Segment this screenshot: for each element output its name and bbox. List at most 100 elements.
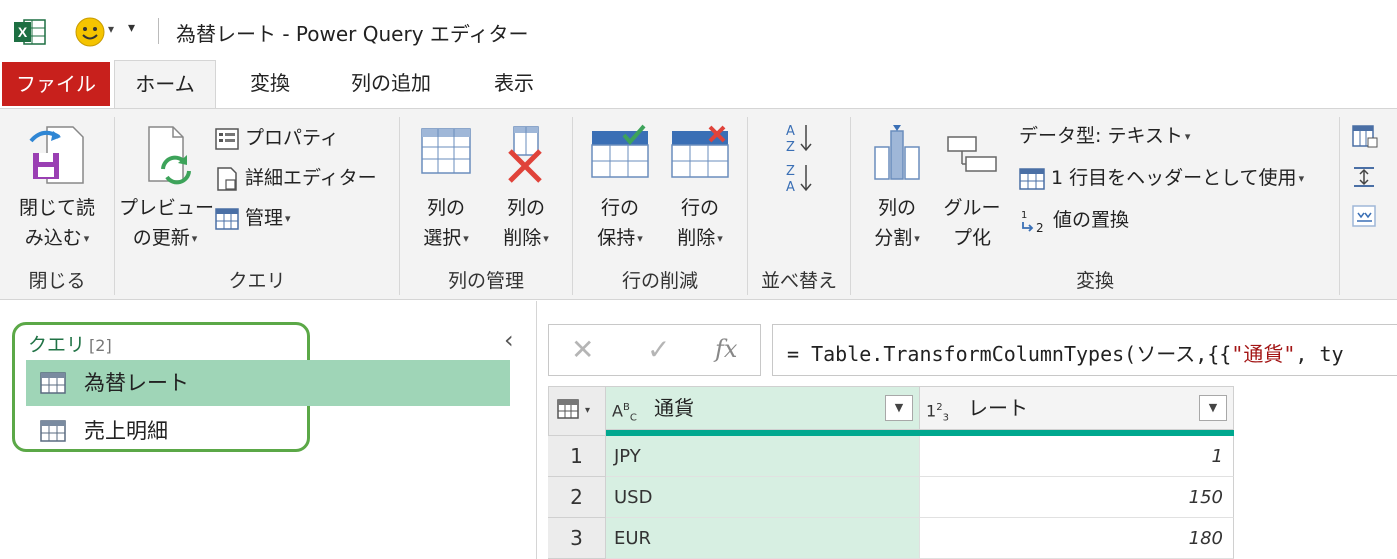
divider	[536, 301, 537, 559]
use-first-row-as-headers-button[interactable]: 1 行目をヘッダーとして使用 ▾	[1019, 163, 1304, 193]
smiley-feedback-icon[interactable]	[74, 16, 106, 48]
confirm-formula-icon[interactable]: ✓	[647, 333, 670, 366]
sort-group: A Z Z A 並べ替え	[748, 109, 850, 299]
chevron-down-icon: ▾	[543, 231, 549, 245]
sort-ascending-icon[interactable]: A Z	[782, 121, 816, 155]
properties-button[interactable]: プロパティ	[215, 123, 339, 153]
formula-suffix: , ty	[1295, 342, 1344, 366]
collapse-pane-icon[interactable]: ‹	[504, 326, 514, 354]
table-menu-button[interactable]: ▾	[548, 386, 606, 436]
row-number[interactable]: 2	[548, 477, 606, 518]
keep-rows-label-2: 保持	[597, 227, 636, 249]
transform-group: 列の 分割 ▾ グルー プ化 データ型: テキスト ▾ 1 行目をヘッダーとして使用…	[851, 109, 1339, 299]
refresh-preview-label-2: の更新	[132, 227, 190, 249]
table-cell[interactable]: 1	[920, 436, 1234, 477]
chevron-down-icon: ▾	[1184, 129, 1191, 143]
close-group-label: 閉じる	[28, 270, 86, 292]
formula-bar-buttons: ✕ ✓ fx	[548, 324, 761, 376]
split-column-label-1: 列の	[877, 197, 916, 219]
replace-values-icon: 1 2	[1021, 210, 1044, 235]
remove-rows-label-1: 行の	[680, 197, 719, 219]
group-by-button[interactable]: グルー プ化	[939, 123, 1005, 253]
query-item-label: 為替レート	[84, 371, 189, 395]
formula-prefix: = Table.TransformColumnTypes(ソース,{{	[787, 342, 1232, 366]
row-number[interactable]: 1	[548, 436, 606, 477]
table-cell[interactable]: EUR	[606, 518, 920, 559]
tab-home[interactable]: ホーム	[114, 60, 216, 110]
chevron-down-icon: ▾	[717, 231, 723, 245]
column-header-rate[interactable]: 123 レート ▼	[920, 386, 1234, 430]
data-grid: ▾ ABC 通貨 ▼ 123 レート ▼ 1 JPY 1 2 USD 150 3…	[548, 386, 1234, 559]
append-icon[interactable]	[1352, 165, 1378, 189]
advanced-editor-button[interactable]: 詳細エディター	[215, 163, 377, 193]
split-column-button[interactable]: 列の 分割 ▾	[857, 123, 937, 254]
data-type-label: データ型: テキスト	[1019, 125, 1183, 147]
table-cell[interactable]: 180	[920, 518, 1234, 559]
table-icon	[40, 420, 66, 442]
query-group-label: クエリ	[228, 270, 286, 292]
close-and-load-icon	[29, 126, 84, 184]
manage-button[interactable]: 管理 ▾	[215, 203, 291, 233]
remove-columns-label-1: 列の	[506, 197, 545, 219]
column-filter-button[interactable]: ▼	[885, 395, 913, 421]
column-filter-button[interactable]: ▼	[1199, 395, 1227, 421]
quick-access-toolbar-icon[interactable]: ▾	[128, 20, 135, 36]
queries-count: [2]	[89, 336, 112, 355]
choose-columns-label-2: 選択	[423, 227, 462, 249]
table-icon	[557, 399, 579, 419]
remove-rows-button[interactable]: 行の 削除 ▾	[661, 123, 739, 254]
choose-columns-label-1: 列の	[426, 197, 465, 219]
chevron-down-icon: ▾	[83, 231, 90, 245]
excel-icon[interactable]: X	[14, 18, 46, 46]
close-load-button[interactable]: 閉じて読 み込む ▾	[8, 123, 106, 254]
column-name: 通貨	[654, 396, 694, 420]
table-cell[interactable]: USD	[606, 477, 920, 518]
refresh-preview-button[interactable]: プレビュー の更新 ▾	[119, 123, 215, 254]
svg-text:Z: Z	[786, 164, 795, 179]
table-cell[interactable]: JPY	[606, 436, 920, 477]
table-icon	[215, 207, 239, 230]
column-name: レート	[968, 396, 1028, 420]
queries-header-label: クエリ	[28, 334, 86, 356]
query-item-sales-detail[interactable]: 売上明細	[26, 408, 510, 454]
ribbon-tabs: ファイル ホーム 変換 列の追加 表示	[0, 60, 1397, 110]
refresh-preview-label-1: プレビュー	[119, 197, 215, 219]
properties-icon	[215, 127, 239, 150]
split-column-icon	[874, 125, 920, 180]
row-number[interactable]: 3	[548, 518, 606, 559]
tab-transform[interactable]: 変換	[228, 60, 312, 108]
replace-values-button[interactable]: 1 2 値の置換	[1019, 205, 1129, 235]
tab-view[interactable]: 表示	[476, 60, 552, 108]
sort-descending-icon[interactable]: Z A	[782, 161, 816, 195]
choose-columns-button[interactable]: 列の 選択 ▾	[408, 123, 484, 254]
keep-rows-button[interactable]: 行の 保持 ▾	[583, 123, 657, 254]
svg-text:A: A	[786, 180, 795, 195]
formula-input[interactable]: = Table.TransformColumnTypes(ソース,{{"通貨",…	[772, 324, 1397, 376]
query-group: プレビュー の更新 ▾ プロパティ 詳細エディター 管理 ▾ クエリ	[115, 109, 399, 299]
svg-text:2: 2	[1036, 221, 1044, 234]
tab-add-column[interactable]: 列の追加	[332, 60, 450, 108]
reduce-rows-group-label: 行の削減	[621, 270, 698, 292]
chevron-down-icon: ▾	[1298, 171, 1305, 185]
table-icon[interactable]	[1352, 125, 1378, 149]
query-item-exchange-rate[interactable]: 為替レート	[26, 360, 510, 406]
divider	[1339, 117, 1340, 295]
window-title: 為替レート - Power Query エディター	[176, 22, 529, 46]
manage-label: 管理	[245, 207, 284, 229]
chevron-down-icon: ▾	[463, 231, 469, 245]
tab-file[interactable]: ファイル	[2, 62, 110, 106]
keep-rows-label-1: 行の	[600, 197, 639, 219]
table-icon	[40, 372, 66, 394]
svg-text:1: 1	[1021, 210, 1027, 221]
remove-columns-button[interactable]: 列の 削除 ▾	[488, 123, 564, 254]
chevron-down-icon: ▾	[637, 231, 643, 245]
table-cell[interactable]: 150	[920, 477, 1234, 518]
remove-rows-label-2: 削除	[677, 227, 716, 249]
function-icon[interactable]: fx	[715, 335, 737, 363]
data-type-dropdown[interactable]: データ型: テキスト ▾	[1019, 121, 1190, 151]
cancel-formula-icon[interactable]: ✕	[571, 333, 594, 366]
chevron-down-icon[interactable]: ▾	[108, 22, 114, 36]
remove-rows-icon	[671, 125, 729, 178]
column-header-currency[interactable]: ABC 通貨 ▼	[606, 386, 920, 430]
combine-files-icon[interactable]	[1352, 205, 1378, 229]
